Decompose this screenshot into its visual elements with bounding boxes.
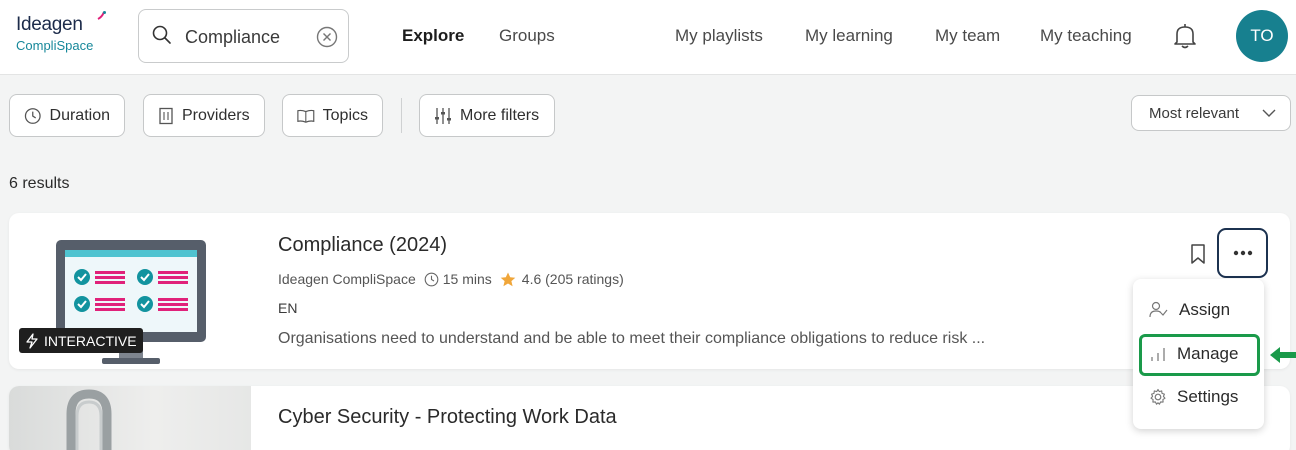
padlock-image — [66, 389, 112, 450]
more-filters-label: More filters — [460, 106, 540, 124]
assign-user-icon — [1149, 301, 1168, 318]
clear-icon[interactable] — [315, 25, 339, 49]
more-filters-button[interactable]: More filters — [419, 94, 555, 137]
more-options-button[interactable] — [1217, 228, 1268, 278]
course-title[interactable]: Compliance (2024) — [278, 234, 447, 257]
top-header: Ideagen CompliSpace Compliance Explore G… — [0, 0, 1296, 75]
provider-name: Ideagen CompliSpace — [278, 271, 416, 287]
avatar[interactable]: TO — [1236, 10, 1288, 62]
chevron-down-icon — [1262, 109, 1276, 117]
nav-explore[interactable]: Explore — [402, 26, 464, 46]
course-card[interactable]: INTERACTIVE Compliance (2024) Ideagen Co… — [9, 213, 1290, 369]
manage-highlight-box — [1139, 334, 1260, 376]
badge-label: INTERACTIVE — [44, 333, 137, 349]
nav-my-team[interactable]: My team — [935, 26, 1000, 46]
filter-divider — [401, 98, 402, 133]
logo-text-bottom: CompliSpace — [16, 38, 94, 53]
menu-item-assign[interactable]: Assign — [1133, 292, 1264, 328]
nav-groups[interactable]: Groups — [499, 26, 555, 46]
course-rating: 4.6 (205 ratings) — [521, 271, 624, 287]
sort-label: Most relevant — [1149, 104, 1240, 122]
menu-item-settings[interactable]: Settings — [1133, 379, 1264, 415]
gear-icon — [1150, 388, 1166, 405]
duration-label: Duration — [49, 106, 110, 124]
course-meta: Ideagen CompliSpace 15 mins 4.6 (205 rat… — [278, 271, 624, 287]
course-thumbnail — [9, 386, 251, 450]
topics-filter-button[interactable]: Topics — [282, 94, 383, 137]
assign-label: Assign — [1179, 300, 1231, 319]
clock-icon — [424, 272, 439, 286]
course-card[interactable]: Cyber Security - Protecting Work Data — [9, 386, 1290, 450]
more-icon — [1233, 250, 1252, 256]
nav-my-learning[interactable]: My learning — [805, 26, 893, 46]
providers-filter-button[interactable]: Providers — [143, 94, 265, 137]
sliders-icon — [435, 107, 451, 124]
bolt-icon — [26, 333, 38, 349]
logo-mark-icon — [97, 11, 106, 20]
providers-label: Providers — [182, 106, 250, 124]
bookmark-icon[interactable] — [1189, 243, 1207, 265]
star-icon — [500, 272, 516, 286]
topics-label: Topics — [322, 106, 368, 124]
logo-text-top: Ideagen — [16, 14, 83, 35]
course-title[interactable]: Cyber Security - Protecting Work Data — [278, 406, 617, 429]
nav-my-teaching[interactable]: My teaching — [1040, 26, 1132, 46]
sort-dropdown[interactable]: Most relevant — [1131, 95, 1291, 131]
search-box[interactable]: Compliance — [138, 9, 349, 63]
clock-icon — [24, 107, 41, 124]
building-icon — [159, 107, 173, 124]
course-language: EN — [278, 300, 298, 316]
search-input[interactable]: Compliance — [185, 27, 280, 48]
duration-filter-button[interactable]: Duration — [9, 94, 125, 137]
search-icon — [152, 25, 171, 44]
course-description: Organisations need to understand and be … — [278, 330, 986, 347]
nav-my-playlists[interactable]: My playlists — [675, 26, 763, 46]
book-icon — [297, 109, 315, 123]
logo[interactable]: Ideagen CompliSpace — [16, 11, 106, 53]
bell-icon[interactable] — [1172, 22, 1198, 50]
results-count: 6 results — [9, 175, 70, 192]
arrow-left-icon — [1270, 347, 1296, 363]
settings-label: Settings — [1177, 387, 1239, 406]
interactive-badge: INTERACTIVE — [19, 328, 143, 353]
course-duration: 15 mins — [442, 271, 492, 287]
